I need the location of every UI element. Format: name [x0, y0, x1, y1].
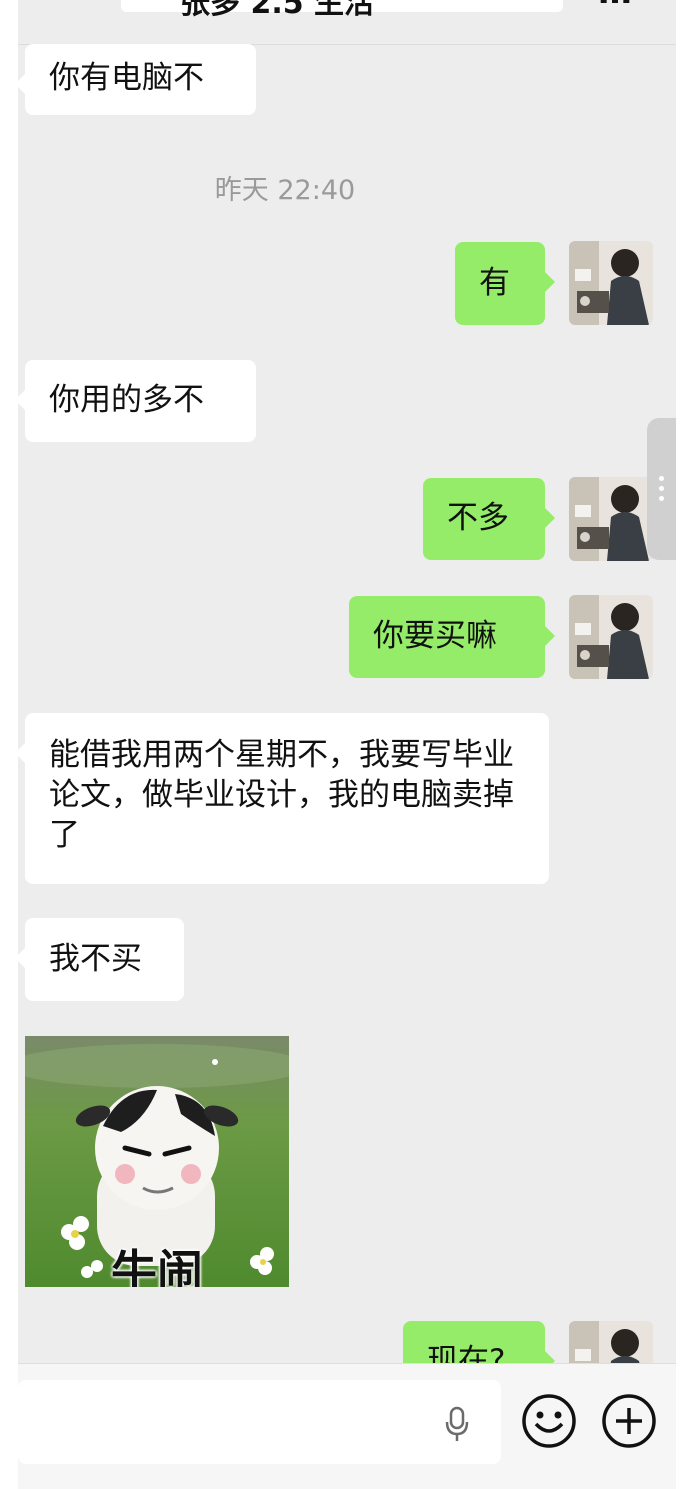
- message-text: 我不买: [49, 941, 142, 977]
- message-text: 你用的多不: [49, 382, 204, 418]
- microphone-icon[interactable]: [442, 1404, 472, 1444]
- message-text: 你要买嘛: [373, 618, 497, 654]
- avatar[interactable]: [569, 477, 653, 561]
- more-options-icon[interactable]: …: [598, 0, 632, 12]
- sticker-message[interactable]: 牛闹: [25, 1036, 289, 1287]
- timestamp: 昨天 22:40: [214, 175, 356, 206]
- outgoing-message[interactable]: 有: [455, 242, 555, 325]
- side-drawer-handle[interactable]: [647, 418, 676, 560]
- outgoing-message[interactable]: 你要买嘛: [349, 596, 555, 678]
- incoming-message[interactable]: 你有电脑不: [18, 44, 256, 115]
- message-input[interactable]: [18, 1380, 501, 1464]
- incoming-message[interactable]: 我不买: [18, 918, 184, 1001]
- emoji-icon[interactable]: [520, 1392, 578, 1450]
- avatar[interactable]: [569, 241, 653, 325]
- chat-window: 张多 2.5 生活 … 你有电脑不 昨天 22:40 有 你用的多不 不多: [18, 0, 676, 1489]
- sticker-caption: 牛闹: [111, 1245, 203, 1287]
- incoming-message[interactable]: 你用的多不: [18, 360, 256, 442]
- chat-title[interactable]: 张多 2.5 生活: [180, 0, 374, 22]
- chat-header: 张多 2.5 生活 …: [18, 0, 676, 45]
- input-bar: [18, 1363, 676, 1489]
- plus-icon[interactable]: [600, 1392, 658, 1450]
- handle-dot: [659, 496, 664, 501]
- handle-dot: [659, 476, 664, 481]
- message-text: 你有电脑不: [49, 60, 204, 96]
- handle-dot: [659, 486, 664, 491]
- message-text: 有: [479, 265, 510, 301]
- message-text: 不多: [447, 500, 509, 536]
- outgoing-message[interactable]: 不多: [423, 478, 555, 560]
- incoming-message[interactable]: 能借我用两个星期不，我要写毕业论文，做毕业设计，我的电脑卖掉了: [18, 713, 549, 884]
- message-text: 能借我用两个星期不，我要写毕业论文，做毕业设计，我的电脑卖掉了: [49, 737, 514, 853]
- avatar[interactable]: [569, 595, 653, 679]
